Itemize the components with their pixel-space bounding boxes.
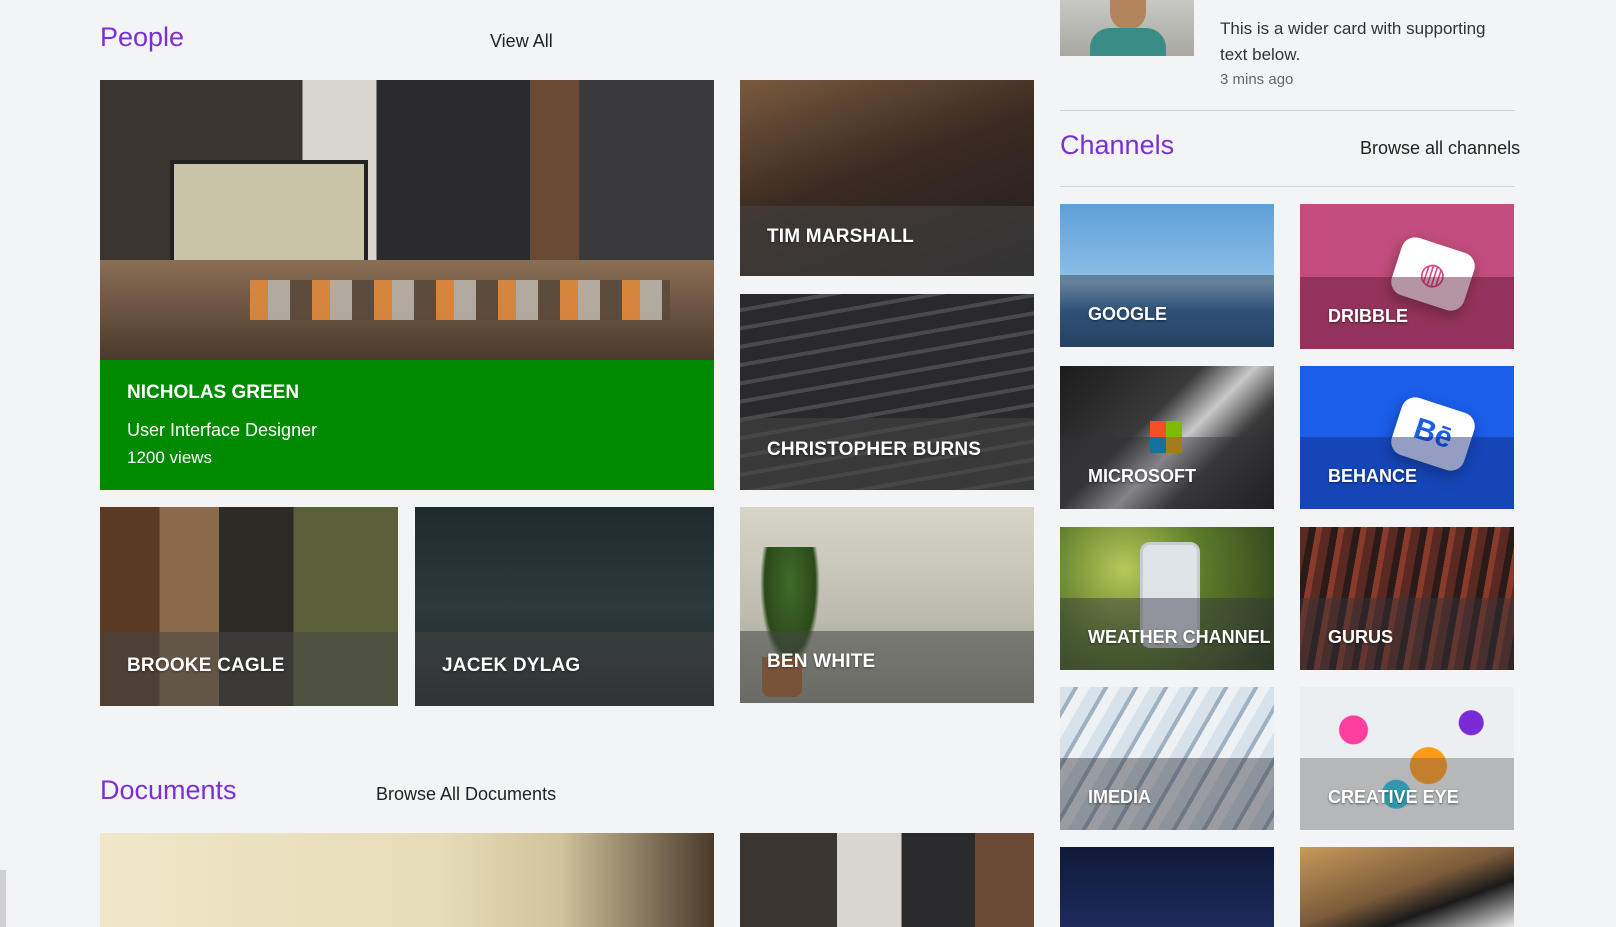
channels-divider — [1060, 186, 1515, 187]
person-name: CHRISTOPHER BURNS — [767, 439, 982, 460]
featured-person-role: User Interface Designer — [127, 420, 318, 440]
channel-tile-imedia[interactable]: IMEDIA — [1060, 687, 1274, 830]
table-items — [250, 280, 670, 320]
person-tile-tim-marshall[interactable]: TIM MARSHALL — [740, 80, 1034, 276]
person-name: JACEK DYLAG — [442, 655, 581, 676]
channel-tile-dribble[interactable]: ◍ DRIBBLE — [1300, 204, 1514, 349]
featured-person-views: 1200 views — [127, 448, 213, 467]
featured-person-photo — [100, 80, 714, 360]
people-section-title: People — [100, 22, 185, 52]
person-tile-jacek-dylag[interactable]: JACEK DYLAG — [415, 507, 714, 706]
channels-browse-all-link[interactable]: Browse all channels — [1360, 138, 1520, 159]
avatar-shirt — [1090, 28, 1166, 56]
person-tile-brooke-cagle[interactable]: BROOKE CAGLE — [100, 507, 398, 706]
channel-tile-partial[interactable] — [1300, 847, 1514, 927]
channel-tile-gurus[interactable]: GURUS — [1300, 527, 1514, 670]
feed-card-avatar — [1060, 0, 1194, 56]
documents-browse-all-link[interactable]: Browse All Documents — [376, 784, 556, 805]
avatar-face — [1110, 0, 1146, 30]
channel-name: GOOGLE — [1088, 304, 1168, 324]
feed-card-time: 3 mins ago — [1220, 71, 1294, 88]
channel-name: BEHANCE — [1328, 466, 1418, 486]
feed-card-text: This is a wider card with supporting tex… — [1220, 19, 1486, 64]
scroll-edge — [0, 870, 6, 927]
featured-person-card[interactable]: NICHOLAS GREEN User Interface Designer 1… — [100, 80, 714, 490]
channel-tile-google[interactable]: GOOGLE — [1060, 204, 1274, 347]
channel-name: GURUS — [1328, 627, 1394, 647]
document-preview — [100, 833, 714, 927]
channel-name: MICROSOFT — [1088, 466, 1196, 486]
channel-name: CREATIVE EYE — [1328, 787, 1459, 807]
person-tile-christopher-burns[interactable]: CHRISTOPHER BURNS — [740, 294, 1034, 490]
channel-tile-microsoft[interactable]: MICROSOFT — [1060, 366, 1274, 509]
people-view-all-link[interactable]: View All — [490, 31, 553, 52]
channel-name: WEATHER CHANNEL — [1088, 627, 1271, 647]
document-card[interactable] — [740, 833, 1034, 927]
channels-section-title: Channels — [1060, 130, 1175, 160]
channel-tile-partial[interactable] — [1060, 847, 1274, 927]
channel-name: DRIBBLE — [1328, 306, 1408, 326]
feed-divider — [1060, 110, 1515, 111]
channel-tile-weather-channel[interactable]: WEATHER CHANNEL — [1060, 527, 1274, 670]
person-name: TIM MARSHALL — [767, 226, 914, 247]
person-tile-ben-white[interactable]: BEN WHITE — [740, 507, 1034, 703]
channel-name: IMEDIA — [1088, 787, 1151, 807]
channel-tile-creative-eye[interactable]: CREATIVE EYE — [1300, 687, 1514, 830]
document-preview — [740, 833, 1034, 927]
featured-person-name: NICHOLAS GREEN — [127, 382, 300, 403]
person-name: BROOKE CAGLE — [127, 655, 285, 676]
featured-person-info: NICHOLAS GREEN User Interface Designer 1… — [100, 360, 714, 490]
person-name: BEN WHITE — [767, 651, 876, 672]
document-card[interactable] — [100, 833, 714, 927]
channel-tile-behance[interactable]: Bē BEHANCE — [1300, 366, 1514, 509]
documents-section-title: Documents — [100, 775, 237, 805]
